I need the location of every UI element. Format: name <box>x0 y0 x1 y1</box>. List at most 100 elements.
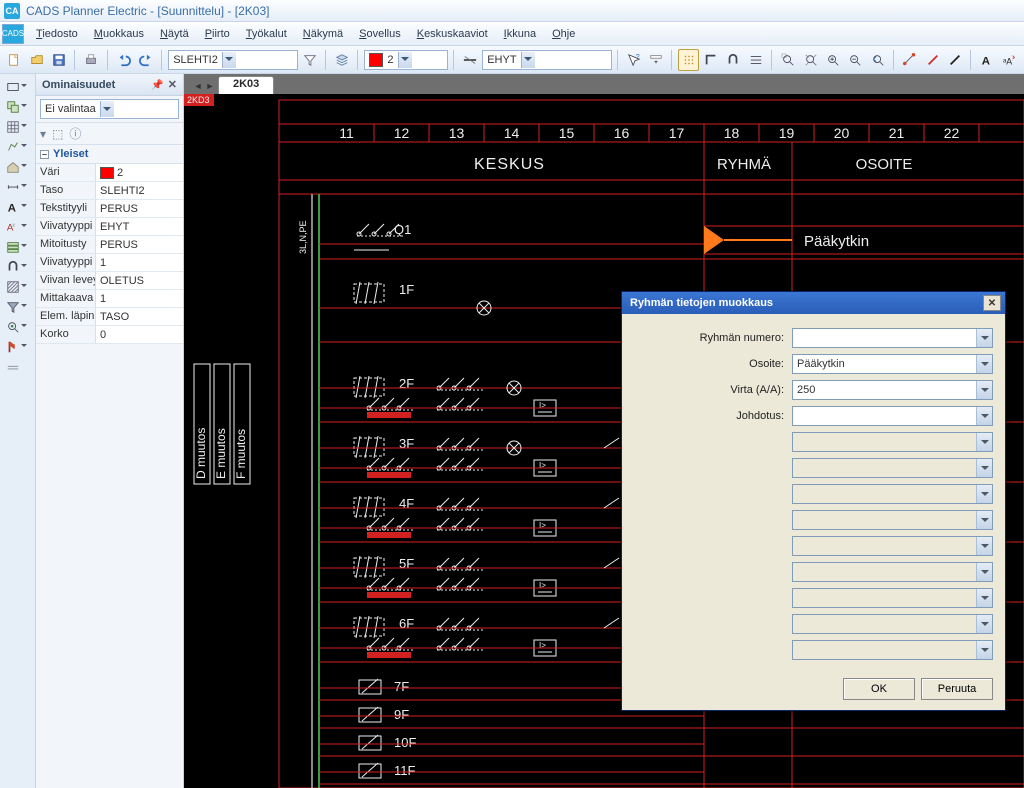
help-pointer-icon[interactable]: ? <box>624 49 644 71</box>
palette-home-icon[interactable] <box>4 158 32 176</box>
menu-piirto[interactable]: Piirto <box>197 25 238 43</box>
ortho-icon[interactable] <box>701 49 721 71</box>
layers-icon[interactable] <box>332 49 352 71</box>
measure-icon[interactable] <box>900 49 920 71</box>
prop-row[interactable]: Korko0 <box>36 326 183 344</box>
field-extra-4[interactable] <box>792 510 993 530</box>
linetype-icon[interactable] <box>460 49 480 71</box>
svg-text:11F: 11F <box>394 763 415 778</box>
field-numero[interactable] <box>792 328 993 348</box>
text-Asup-icon[interactable]: ᵃA <box>999 49 1019 71</box>
pin-icon[interactable]: 📌 <box>151 80 163 91</box>
palette-textred-icon[interactable]: Ax <box>4 218 32 236</box>
app-menu-icon[interactable]: CADS <box>2 24 24 44</box>
prop-row[interactable]: MitoitustyPERUS <box>36 236 183 254</box>
new-icon[interactable] <box>4 49 24 71</box>
field-extra-1[interactable] <box>792 432 993 452</box>
text-A-icon[interactable]: A <box>977 49 997 71</box>
menu-näkymä[interactable]: Näkymä <box>295 25 351 43</box>
filter-icon[interactable]: ▾ <box>40 127 46 141</box>
palette-inspect-icon[interactable] <box>4 318 32 336</box>
prop-row[interactable]: TasoSLEHTI2 <box>36 182 183 200</box>
field-osoite[interactable]: Pääkytkin <box>792 354 993 374</box>
open-icon[interactable] <box>26 49 46 71</box>
group-yleiset[interactable]: –Yleiset <box>36 145 183 164</box>
menu-muokkaus[interactable]: Muokkaus <box>86 25 152 43</box>
color-combo[interactable]: 2 <box>364 50 448 70</box>
zoom-extents-icon[interactable] <box>800 49 820 71</box>
palette-copy-icon[interactable] <box>4 98 32 116</box>
menu-keskuskaaviot[interactable]: Keskuskaaviot <box>409 25 496 43</box>
close-panel-icon[interactable]: ✕ <box>168 79 177 91</box>
prop-row[interactable]: Viivatyyppi1 <box>36 254 183 272</box>
selection-combo[interactable]: Ei valintaa <box>40 99 179 119</box>
undo-icon[interactable] <box>113 49 133 71</box>
tab-2k03[interactable]: 2K03 <box>218 76 274 94</box>
field-extra-8[interactable] <box>792 614 993 634</box>
zoom-out-icon[interactable] <box>845 49 865 71</box>
svg-text:2F: 2F <box>399 376 414 391</box>
tab-strip: ◄ ► 2K03 <box>184 74 1024 94</box>
prop-row[interactable]: Elem. läpinTASO <box>36 308 183 326</box>
prop-row[interactable]: Väri2 <box>36 164 183 182</box>
field-extra-2[interactable] <box>792 458 993 478</box>
menu-tiedosto[interactable]: Tiedosto <box>28 25 86 43</box>
prop-row[interactable]: TekstityyliPERUS <box>36 200 183 218</box>
svg-text:4F: 4F <box>399 496 414 511</box>
linetype-combo[interactable]: EHYT <box>482 50 612 70</box>
field-johdotus[interactable] <box>792 406 993 426</box>
menu-näytä[interactable]: Näytä <box>152 25 197 43</box>
zoom-window-icon[interactable] <box>778 49 798 71</box>
tab-prev-icon[interactable]: ◄ <box>192 78 204 94</box>
zoom-in-icon[interactable] <box>823 49 843 71</box>
field-extra-7[interactable] <box>792 588 993 608</box>
layer-filter-icon[interactable] <box>300 49 320 71</box>
menu-työkalut[interactable]: Työkalut <box>238 25 295 43</box>
palette-text-icon[interactable]: A <box>4 198 32 216</box>
menu-ikkuna[interactable]: Ikkuna <box>496 25 544 43</box>
palette-magnet-icon[interactable] <box>4 258 32 276</box>
palette-hatch-icon[interactable] <box>4 278 32 296</box>
svg-text:14: 14 <box>504 125 520 141</box>
svg-text:15: 15 <box>559 125 575 141</box>
prop-row[interactable]: Viivan leveysOLETUS <box>36 272 183 290</box>
print-icon[interactable] <box>81 49 101 71</box>
palette-grid-icon[interactable] <box>4 118 32 136</box>
lines-icon[interactable] <box>746 49 766 71</box>
zoom-prev-icon[interactable] <box>868 49 888 71</box>
prop-row[interactable]: Mittakaava1 <box>36 290 183 308</box>
slash-black-icon[interactable] <box>945 49 965 71</box>
select-icon[interactable]: ⬚ <box>52 127 63 141</box>
svg-text:3L,N,PE: 3L,N,PE <box>298 220 308 254</box>
dropdown-icon[interactable] <box>646 49 666 71</box>
dialog-close-icon[interactable]: ✕ <box>983 295 1001 311</box>
menu-ohje[interactable]: Ohje <box>544 25 583 43</box>
prop-row[interactable]: ViivatyyppiEHYT <box>36 218 183 236</box>
info-icon[interactable]: ⓘ <box>69 125 81 142</box>
field-virta[interactable]: 250 <box>792 380 993 400</box>
palette-rect-icon[interactable] <box>4 78 32 96</box>
slash-red-icon[interactable] <box>922 49 942 71</box>
layer-combo[interactable]: SLEHTI2 <box>168 50 298 70</box>
cancel-button[interactable]: Peruuta <box>921 678 993 700</box>
palette-filter-icon[interactable] <box>4 298 32 316</box>
palette-poly-icon[interactable] <box>4 138 32 156</box>
dialog-titlebar[interactable]: Ryhmän tietojen muokkaus ✕ <box>622 292 1005 314</box>
redo-icon[interactable] <box>136 49 156 71</box>
snap-icon[interactable] <box>723 49 743 71</box>
svg-text:A: A <box>7 202 15 214</box>
ok-button[interactable]: OK <box>843 678 915 700</box>
field-extra-3[interactable] <box>792 484 993 504</box>
palette-stack-icon[interactable] <box>4 238 32 256</box>
tool-palette: A Ax <box>0 74 36 788</box>
menu-sovellus[interactable]: Sovellus <box>351 25 409 43</box>
grid-icon[interactable] <box>678 49 698 71</box>
palette-flag-icon[interactable] <box>4 338 32 356</box>
field-extra-9[interactable] <box>792 640 993 660</box>
save-icon[interactable] <box>49 49 69 71</box>
palette-dim-icon[interactable] <box>4 178 32 196</box>
field-extra-6[interactable] <box>792 562 993 582</box>
palette-collapse-icon[interactable] <box>4 364 32 372</box>
field-extra-5[interactable] <box>792 536 993 556</box>
tab-next-icon[interactable]: ► <box>204 78 216 94</box>
